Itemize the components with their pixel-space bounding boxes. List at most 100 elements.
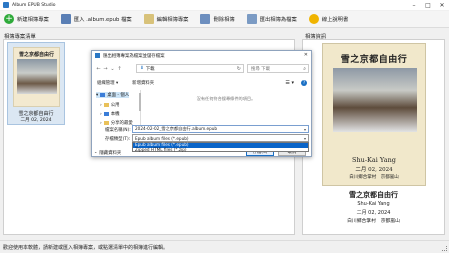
status-message: 歡迎使用本軟體，請新建或匯入相簿專案，或點選清單中的相簿進行編輯。 xyxy=(3,245,169,251)
navigation-pane: ▾ 桌面 - 個人 › 公用 › 本機 › 分享的最愛 xyxy=(94,90,141,130)
search-placeholder: 搜尋 下載 xyxy=(251,66,270,72)
new-album-label: 新建相簿專案 xyxy=(17,17,49,23)
album-cover: 雪之京都自由行 Shu-Kai Yang 二月 02, 2024 白川鄉合掌村 … xyxy=(322,43,426,186)
close-window-button[interactable]: ✕ xyxy=(435,0,449,10)
edit-album-label: 編輯相簿專案 xyxy=(156,17,189,23)
album-item-title: 雪之京都自由行 xyxy=(18,111,54,117)
download-folder-icon: ⬇ xyxy=(140,66,144,71)
thumbnail-title: 雪之京都自由行 xyxy=(18,52,54,58)
album-thumbnail: 雪之京都自由行 xyxy=(13,47,60,107)
export-album-label: 匯出相簿為檔案 xyxy=(259,17,297,23)
edit-icon xyxy=(143,14,154,24)
view-options-icon[interactable]: ☰ ▾ xyxy=(285,80,294,86)
chevron-down-icon: ▾ xyxy=(96,92,99,98)
hide-folders-label: 隱藏資料夾 xyxy=(99,151,122,156)
import-epub-label: 匯入 .album.epub 檔案 xyxy=(73,17,132,23)
filetype-select[interactable]: Epub album files (*.epub) ▾ xyxy=(132,134,309,142)
empty-results-message: 沒有任何符合搜尋條件的項目。 xyxy=(196,96,256,101)
address-path: 下載 xyxy=(145,66,155,72)
album-item-date: 二月 02, 2024 xyxy=(20,118,52,123)
forward-arrow-icon[interactable]: → xyxy=(102,66,109,72)
window-title: Album EPUB Studio xyxy=(12,2,56,8)
delete-album-label: 刪除相簿 xyxy=(213,17,235,23)
maximize-button[interactable]: □ xyxy=(421,0,435,10)
cover-title: 雪之京都自由行 xyxy=(340,55,408,65)
dialog-title-bar: 匯出相簿專案為檔案並儲存檔案 xyxy=(92,51,311,60)
folder-icon xyxy=(103,103,109,107)
filename-value: 2024-02-02_雪之京都自由行.album.epub xyxy=(135,126,218,131)
delete-album-button[interactable]: 刪除相簿 xyxy=(200,12,235,26)
import-icon xyxy=(60,14,71,24)
cover-date: 二月 02, 2024 xyxy=(355,167,393,173)
search-icon: ⌕ xyxy=(303,65,306,72)
help-label: 線上說明書 xyxy=(321,17,349,23)
filetype-selected: Epub album files (*.epub) xyxy=(135,135,189,141)
chevron-down-icon[interactable]: ▾ xyxy=(304,127,306,132)
info-title: 雪之京都自由行 xyxy=(349,191,398,199)
nav-item-favorites[interactable]: › 分享的最愛 xyxy=(100,120,133,127)
chevron-down-icon[interactable]: ⌄ xyxy=(109,66,116,72)
help-icon xyxy=(308,14,319,24)
new-album-button[interactable]: + 新建相簿專案 xyxy=(4,12,49,26)
nav-item-local-label: 本機 xyxy=(110,112,120,117)
info-author: Shu-Kai Yang xyxy=(357,201,390,207)
computer-icon xyxy=(103,112,109,116)
resize-grip[interactable] xyxy=(442,246,447,251)
window-controls: – □ ✕ xyxy=(407,0,449,10)
organize-menu[interactable]: 組織管理 ▾ xyxy=(97,80,118,86)
main-toolbar: + 新建相簿專案 匯入 .album.epub 檔案 編輯相簿專案 刪除相簿 匯… xyxy=(0,11,449,28)
nav-item-local[interactable]: › 本機 xyxy=(100,111,120,118)
export-icon xyxy=(246,14,257,24)
chevron-right-icon: › xyxy=(100,102,102,108)
refresh-icon[interactable]: ↻ xyxy=(237,66,241,72)
cover-location: 白川鄉合掌村 京都嵐山 xyxy=(349,175,399,180)
edit-album-button[interactable]: 編輯相簿專案 xyxy=(143,12,189,26)
new-folder-button[interactable]: 新增資料夾 xyxy=(132,80,154,86)
dialog-toolbar: 組織管理 ▾ 新增資料夾 ☰ ▾ ? xyxy=(95,78,310,87)
nav-item-public[interactable]: › 公用 xyxy=(100,102,120,109)
cover-photo xyxy=(333,68,417,132)
address-bar[interactable]: ⬇ 下載 ↻ xyxy=(136,64,244,73)
search-input[interactable]: 搜尋 下載 ⌕ xyxy=(247,64,309,73)
help-button[interactable]: 線上說明書 xyxy=(308,12,349,26)
album-list-item[interactable]: 雪之京都自由行 雪之京都自由行 二月 02, 2024 xyxy=(7,42,65,125)
chevron-up-icon: ⌃ xyxy=(94,150,98,156)
back-arrow-icon[interactable]: ← xyxy=(95,66,102,72)
plus-icon: + xyxy=(4,14,14,24)
cover-author: Shu-Kai Yang xyxy=(352,156,396,164)
filename-label: 檔案名稱(N): xyxy=(105,128,131,133)
minimize-button[interactable]: – xyxy=(407,0,421,10)
app-icon xyxy=(3,2,9,8)
nav-item-desktop[interactable]: ▾ 桌面 - 個人 xyxy=(96,92,130,98)
chevron-right-icon: › xyxy=(100,120,102,126)
filename-field[interactable]: 2024-02-02_雪之京都自由行.album.epub ▾ xyxy=(132,125,309,133)
chevron-down-icon[interactable]: ▾ xyxy=(304,136,306,141)
dialog-title: 匯出相簿專案為檔案並儲存檔案 xyxy=(103,53,165,59)
export-album-button[interactable]: 匯出相簿為檔案 xyxy=(246,12,297,26)
info-location: 白川鄉合掌村 京都嵐山 xyxy=(347,219,400,224)
dialog-help-icon[interactable]: ? xyxy=(301,79,307,86)
nav-scrollbar[interactable] xyxy=(139,93,141,111)
nav-item-public-label: 公用 xyxy=(110,103,120,108)
hide-folders-toggle[interactable]: ⌃ 隱藏資料夾 xyxy=(94,150,122,157)
status-bar: 歡迎使用本軟體，請新建或匯入相簿專案，或點選清單中的相簿進行編輯。 xyxy=(0,240,449,253)
filetype-label: 存檔類型(T): xyxy=(105,137,131,142)
thumbnail-photo xyxy=(17,59,57,94)
nav-item-favorites-label: 分享的最愛 xyxy=(110,121,133,126)
dialog-close-button[interactable]: ✕ xyxy=(304,52,308,58)
dialog-nav-bar: ← → ⌄ ↑ ⬇ 下載 ↻ 搜尋 下載 ⌕ xyxy=(95,64,310,73)
filetype-dropdown-list: Epub album files (*.epub) Zipped HTML fi… xyxy=(132,142,309,152)
trash-icon xyxy=(200,14,211,24)
chevron-right-icon: › xyxy=(100,111,102,117)
filetype-option-zip[interactable]: Zipped HTML files (*.zip) xyxy=(133,147,308,153)
title-bar: Album EPUB Studio – □ ✕ xyxy=(0,0,449,10)
desktop-icon xyxy=(100,93,106,97)
dialog-app-icon xyxy=(95,53,100,58)
folder-icon xyxy=(103,121,109,125)
import-epub-button[interactable]: 匯入 .album.epub 檔案 xyxy=(60,12,132,26)
album-info-panel: 雪之京都自由行 Shu-Kai Yang 二月 02, 2024 白川鄉合掌村 … xyxy=(302,39,445,235)
info-date: 二月 02, 2024 xyxy=(356,210,391,216)
save-file-dialog: 匯出相簿專案為檔案並儲存檔案 ✕ ← → ⌄ ↑ ⬇ 下載 ↻ 搜尋 下載 ⌕ … xyxy=(91,50,312,157)
up-arrow-icon[interactable]: ↑ xyxy=(116,66,123,72)
nav-item-desktop-label: 桌面 - 個人 xyxy=(107,93,130,98)
